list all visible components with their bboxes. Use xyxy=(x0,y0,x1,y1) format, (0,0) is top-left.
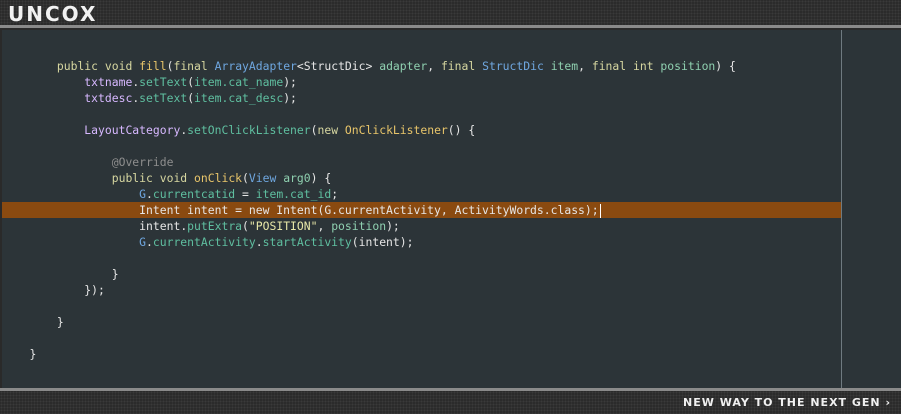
code-line-14[interactable]: } xyxy=(2,346,841,362)
text-caret xyxy=(599,203,601,218)
code-line-8-highlighted[interactable]: Intent intent = new Intent(G.currentActi… xyxy=(2,202,841,218)
logo: UNCOX xyxy=(8,2,98,26)
code-line-9[interactable]: intent.putExtra("POSITION", position); xyxy=(2,218,841,234)
code-line-4[interactable]: LayoutCategory.setOnClickListener(new On… xyxy=(2,122,841,138)
code-line-7[interactable]: G.currentcatid = item.cat_id; xyxy=(2,186,841,202)
code-line-5[interactable]: @Override xyxy=(2,154,841,170)
code-line-10[interactable]: G.currentActivity.startActivity(intent); xyxy=(2,234,841,250)
code-line-13[interactable]: } xyxy=(2,314,841,330)
code-editor[interactable]: public void fill(final ArrayAdapter<Stru… xyxy=(2,30,841,388)
code-line-3[interactable]: txtdesc.setText(item.cat_desc); xyxy=(2,90,841,106)
code-line-6[interactable]: public void onClick(View arg0) { xyxy=(2,170,841,186)
tagline-link[interactable]: NEW WAY TO THE NEXT GEN › xyxy=(683,396,891,409)
code-line-11[interactable]: } xyxy=(2,266,841,282)
bottom-bar: NEW WAY TO THE NEXT GEN › xyxy=(0,388,901,414)
right-gutter xyxy=(841,30,901,388)
code-line-12[interactable]: }); xyxy=(2,282,841,298)
code-line-2[interactable]: txtname.setText(item.cat_name); xyxy=(2,74,841,90)
code-line-1[interactable]: public void fill(final ArrayAdapter<Stru… xyxy=(2,58,841,74)
top-bar: UNCOX xyxy=(0,0,901,28)
